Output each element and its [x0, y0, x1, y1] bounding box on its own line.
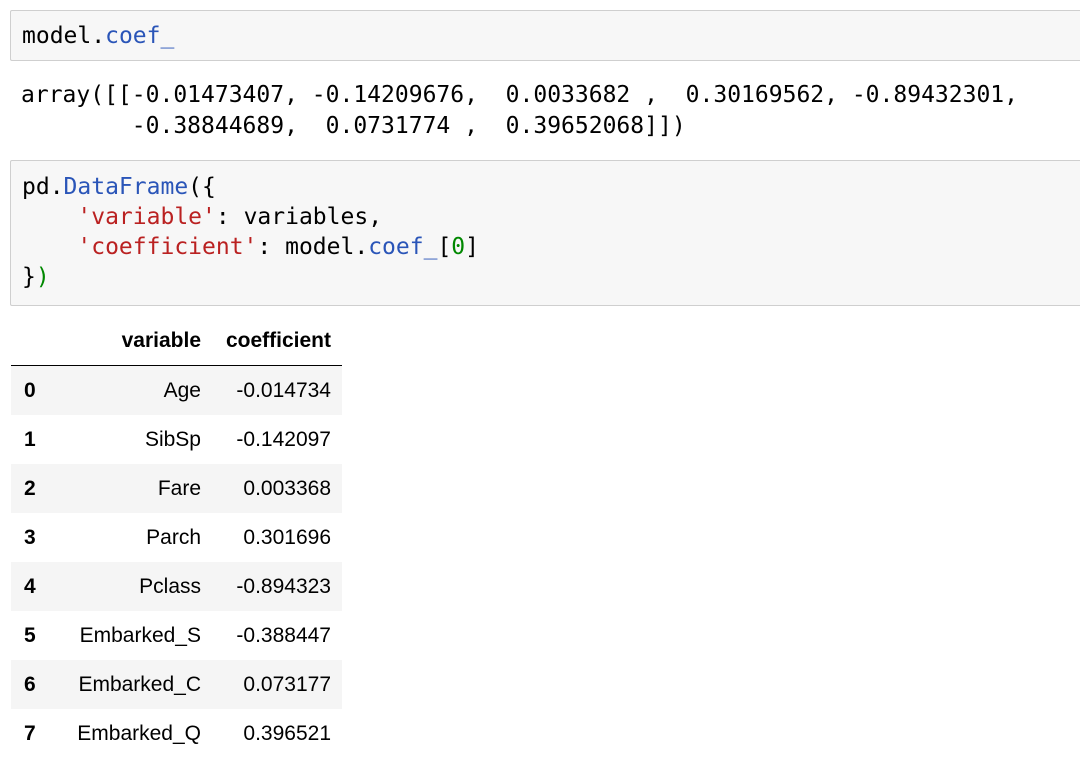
code-token-attribute: coef_	[105, 23, 175, 49]
code-line: pd.DataFrame({	[22, 172, 1080, 202]
code-cell-model-coef[interactable]: model.coef_	[10, 10, 1080, 61]
code-token: pd.	[22, 174, 64, 200]
cell-variable: Age	[163, 378, 201, 402]
cell-output-array: array([[-0.01473407, -0.14209676, 0.0033…	[21, 80, 1018, 142]
cell-coefficient: 0.003368	[243, 476, 331, 500]
table-row: 0 Age -0.014734	[11, 365, 342, 415]
table-row: 2 Fare 0.003368	[11, 464, 342, 513]
cell-coefficient: -0.142097	[236, 427, 331, 451]
cell-coefficient: 0.301696	[243, 525, 331, 549]
code-token: }	[22, 264, 36, 290]
code-token: ({	[188, 174, 216, 200]
dataframe-table: variable coefficient 0 Age -0.014734 1 S…	[11, 316, 342, 758]
cell-coefficient: 0.073177	[243, 672, 331, 696]
table-row: 7 Embarked_Q 0.396521	[11, 709, 342, 758]
cell-variable: Fare	[157, 476, 201, 500]
code-token-paren: )	[35, 264, 50, 290]
cell-coefficient: -0.388447	[236, 623, 331, 647]
row-index: 2	[24, 476, 36, 500]
code-token: : variables,	[215, 204, 383, 230]
output-line: array([[-0.01473407, -0.14209676, 0.0033…	[21, 82, 1018, 108]
code-token: : model.	[257, 234, 369, 260]
code-token: model.	[22, 23, 106, 49]
code-line: 'variable': variables,	[22, 202, 1080, 232]
cell-variable: Embarked_C	[78, 672, 201, 696]
row-index: 5	[24, 623, 36, 647]
table-row: 6 Embarked_C 0.073177	[11, 660, 342, 709]
code-token-attribute: coef_	[368, 234, 438, 260]
code-token-number: 0	[451, 234, 466, 260]
code-token-attribute: DataFrame	[63, 174, 189, 200]
code-line: 'coefficient': model.coef_[0]	[22, 232, 1080, 262]
code-token-string: 'variable'	[77, 204, 216, 230]
cell-variable: Embarked_S	[79, 623, 201, 647]
cell-coefficient: -0.014734	[236, 378, 331, 402]
table-row: 1 SibSp -0.142097	[11, 415, 342, 464]
output-line: -0.38844689, 0.0731774 , 0.39652068]])	[21, 113, 686, 139]
row-index: 6	[24, 672, 36, 696]
code-line: })	[22, 262, 1080, 292]
cell-coefficient: -0.894323	[236, 574, 331, 598]
code-cell-dataframe[interactable]: pd.DataFrame({ 'variable': variables, 'c…	[10, 160, 1080, 306]
column-header-variable: variable	[62, 316, 214, 366]
code-line: model.coef_	[22, 21, 1080, 51]
row-index: 0	[24, 378, 36, 402]
index-header	[11, 316, 62, 366]
row-index: 1	[24, 427, 36, 451]
table-row: 5 Embarked_S -0.388447	[11, 611, 342, 660]
table-row: 4 Pclass -0.894323	[11, 562, 342, 611]
table-header-row: variable coefficient	[11, 316, 342, 366]
cell-variable: Embarked_Q	[77, 721, 201, 745]
cell-variable: SibSp	[144, 427, 201, 451]
cell-variable: Pclass	[139, 574, 201, 598]
cell-coefficient: 0.396521	[243, 721, 331, 745]
cell-variable: Parch	[146, 525, 201, 549]
table-row: 3 Parch 0.301696	[11, 513, 342, 562]
row-index: 7	[24, 721, 36, 745]
code-token-string: 'coefficient'	[77, 234, 258, 260]
row-index: 3	[24, 525, 36, 549]
row-index: 4	[24, 574, 36, 598]
code-token: ]	[465, 234, 480, 260]
column-header-coefficient: coefficient	[214, 316, 342, 366]
code-token: [	[437, 234, 452, 260]
